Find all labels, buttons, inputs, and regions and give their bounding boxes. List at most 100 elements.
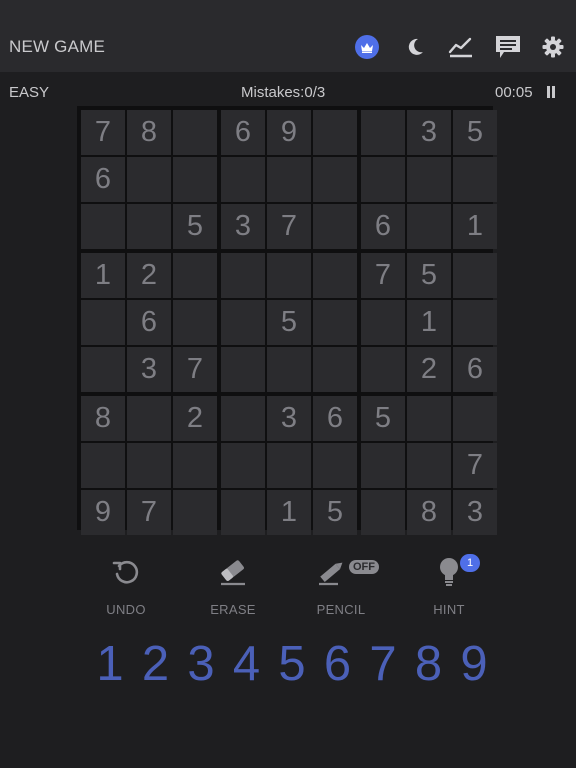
number-button-3[interactable]: 3 <box>181 634 221 694</box>
cell-r5-c3[interactable] <box>173 300 217 345</box>
cell-r3-c1[interactable] <box>81 204 125 249</box>
cell-r6-c7[interactable] <box>361 347 405 392</box>
cell-r6-c5[interactable] <box>267 347 311 392</box>
cell-r1-c7[interactable] <box>361 110 405 155</box>
cell-r5-c4[interactable] <box>221 300 265 345</box>
cell-r4-c5[interactable] <box>267 253 311 298</box>
cell-r5-c9[interactable] <box>453 300 497 345</box>
cell-r9-c9[interactable]: 3 <box>453 490 497 535</box>
cell-r1-c3[interactable] <box>173 110 217 155</box>
cell-r1-c5[interactable]: 9 <box>267 110 311 155</box>
cell-r8-c3[interactable] <box>173 443 217 488</box>
hint-button[interactable]: 1 HINT <box>404 552 494 622</box>
cell-r3-c9[interactable]: 1 <box>453 204 497 249</box>
cell-r8-c8[interactable] <box>407 443 451 488</box>
new-game-button[interactable]: NEW GAME <box>9 37 105 57</box>
number-button-5[interactable]: 5 <box>272 634 312 694</box>
cell-r9-c7[interactable] <box>361 490 405 535</box>
cell-r8-c7[interactable] <box>361 443 405 488</box>
cell-r8-c5[interactable] <box>267 443 311 488</box>
cell-r8-c9[interactable]: 7 <box>453 443 497 488</box>
cell-r5-c8[interactable]: 1 <box>407 300 451 345</box>
cell-r9-c3[interactable] <box>173 490 217 535</box>
cell-r4-c8[interactable]: 5 <box>407 253 451 298</box>
cell-r4-c2[interactable]: 2 <box>127 253 171 298</box>
cell-r2-c7[interactable] <box>361 157 405 202</box>
cell-r2-c2[interactable] <box>127 157 171 202</box>
crown-button[interactable] <box>353 33 381 61</box>
cell-r7-c6[interactable]: 6 <box>313 396 357 441</box>
cell-r7-c1[interactable]: 8 <box>81 396 125 441</box>
cell-r2-c8[interactable] <box>407 157 451 202</box>
stats-icon[interactable] <box>447 33 475 61</box>
cell-r2-c9[interactable] <box>453 157 497 202</box>
cell-r6-c9[interactable]: 6 <box>453 347 497 392</box>
gear-icon[interactable] <box>539 33 567 61</box>
cell-r4-c9[interactable] <box>453 253 497 298</box>
cell-r1-c9[interactable]: 5 <box>453 110 497 155</box>
cell-r8-c2[interactable] <box>127 443 171 488</box>
cell-r6-c8[interactable]: 2 <box>407 347 451 392</box>
chat-icon[interactable] <box>494 33 522 61</box>
cell-r1-c4[interactable]: 6 <box>221 110 265 155</box>
pause-icon[interactable] <box>546 86 556 98</box>
cell-r4-c1[interactable]: 1 <box>81 253 125 298</box>
cell-r6-c6[interactable] <box>313 347 357 392</box>
cell-r5-c6[interactable] <box>313 300 357 345</box>
cell-r5-c1[interactable] <box>81 300 125 345</box>
cell-r2-c1[interactable]: 6 <box>81 157 125 202</box>
cell-r8-c1[interactable] <box>81 443 125 488</box>
cell-r5-c2[interactable]: 6 <box>127 300 171 345</box>
cell-r6-c2[interactable]: 3 <box>127 347 171 392</box>
cell-r9-c2[interactable]: 7 <box>127 490 171 535</box>
cell-r2-c6[interactable] <box>313 157 357 202</box>
cell-r2-c5[interactable] <box>267 157 311 202</box>
cell-r9-c1[interactable]: 9 <box>81 490 125 535</box>
cell-r1-c1[interactable]: 7 <box>81 110 125 155</box>
cell-r8-c6[interactable] <box>313 443 357 488</box>
cell-r2-c3[interactable] <box>173 157 217 202</box>
cell-r7-c7[interactable]: 5 <box>361 396 405 441</box>
cell-r7-c3[interactable]: 2 <box>173 396 217 441</box>
number-button-4[interactable]: 4 <box>227 634 267 694</box>
cell-r5-c7[interactable] <box>361 300 405 345</box>
cell-r3-c4[interactable]: 3 <box>221 204 265 249</box>
cell-r7-c8[interactable] <box>407 396 451 441</box>
cell-r1-c6[interactable] <box>313 110 357 155</box>
cell-r7-c2[interactable] <box>127 396 171 441</box>
cell-r4-c6[interactable] <box>313 253 357 298</box>
undo-button[interactable]: UNDO <box>81 552 171 622</box>
number-button-7[interactable]: 7 <box>363 634 403 694</box>
cell-r8-c4[interactable] <box>221 443 265 488</box>
cell-r3-c7[interactable]: 6 <box>361 204 405 249</box>
cell-r4-c7[interactable]: 7 <box>361 253 405 298</box>
cell-r5-c5[interactable]: 5 <box>267 300 311 345</box>
cell-r4-c4[interactable] <box>221 253 265 298</box>
cell-r9-c4[interactable] <box>221 490 265 535</box>
cell-r6-c1[interactable] <box>81 347 125 392</box>
cell-r7-c9[interactable] <box>453 396 497 441</box>
cell-r1-c8[interactable]: 3 <box>407 110 451 155</box>
cell-r9-c8[interactable]: 8 <box>407 490 451 535</box>
cell-r3-c5[interactable]: 7 <box>267 204 311 249</box>
cell-r7-c5[interactable]: 3 <box>267 396 311 441</box>
cell-r6-c3[interactable]: 7 <box>173 347 217 392</box>
cell-r6-c4[interactable] <box>221 347 265 392</box>
cell-r3-c3[interactable]: 5 <box>173 204 217 249</box>
number-button-6[interactable]: 6 <box>318 634 358 694</box>
number-button-1[interactable]: 1 <box>90 634 130 694</box>
cell-r4-c3[interactable] <box>173 253 217 298</box>
cell-r9-c5[interactable]: 1 <box>267 490 311 535</box>
moon-icon[interactable] <box>401 33 429 61</box>
cell-r7-c4[interactable] <box>221 396 265 441</box>
number-button-9[interactable]: 9 <box>454 634 494 694</box>
cell-r3-c2[interactable] <box>127 204 171 249</box>
cell-r2-c4[interactable] <box>221 157 265 202</box>
cell-r3-c6[interactable] <box>313 204 357 249</box>
number-button-8[interactable]: 8 <box>409 634 449 694</box>
cell-r3-c8[interactable] <box>407 204 451 249</box>
erase-button[interactable]: ERASE <box>188 552 278 622</box>
number-button-2[interactable]: 2 <box>136 634 176 694</box>
cell-r1-c2[interactable]: 8 <box>127 110 171 155</box>
cell-r9-c6[interactable]: 5 <box>313 490 357 535</box>
